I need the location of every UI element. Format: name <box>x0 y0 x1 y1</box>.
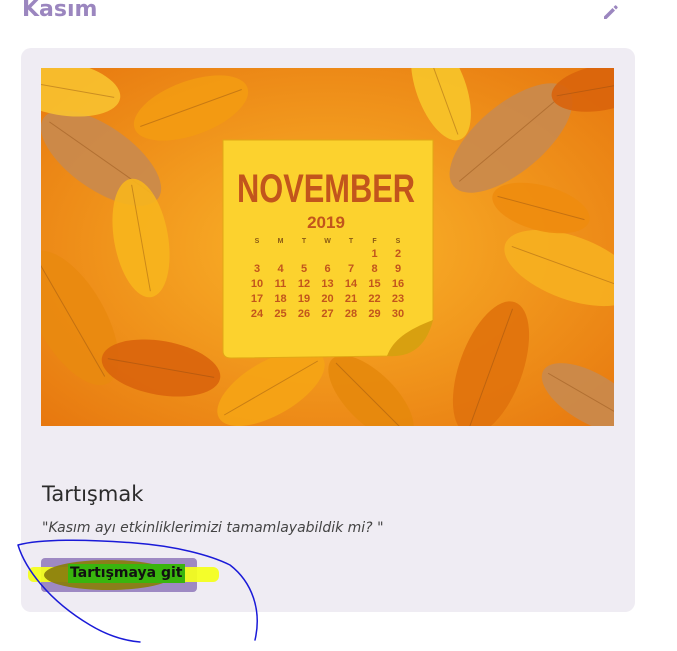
calendar-day: 4 <box>277 263 284 275</box>
go-to-discussion-button[interactable]: Tartışmaya git <box>28 558 219 592</box>
calendar-day: 19 <box>298 293 310 305</box>
calendar-weekday: S <box>396 238 401 245</box>
calendar-weekday: S <box>255 238 260 245</box>
calendar-day: 22 <box>368 293 380 305</box>
calendar-day: 12 <box>298 278 310 290</box>
calendar-day: 10 <box>251 278 263 290</box>
calendar-weekday: M <box>278 238 284 245</box>
discussion-card: NOVEMBER 2019 S M T W T F S 1 2 3 4 5 6 7 8 9 10 11 12 13 14… <box>21 48 635 612</box>
november-calendar-image: NOVEMBER 2019 S M T W T F S 1 2 3 4 5 6 7 8 9 10 11 12 13 14… <box>41 68 614 426</box>
calendar-weekday: T <box>302 238 307 245</box>
calendar-weekday: W <box>324 238 331 245</box>
calendar-day: 14 <box>345 278 358 290</box>
calendar-weekday: T <box>349 238 354 245</box>
calendar-day: 7 <box>348 263 354 275</box>
calendar-month: NOVEMBER <box>237 167 415 211</box>
calendar-day: 23 <box>392 293 404 305</box>
calendar-day: 8 <box>371 263 377 275</box>
calendar-day: 9 <box>395 263 401 275</box>
post-title: Tartışmak <box>42 482 144 506</box>
edit-button[interactable] <box>600 1 622 23</box>
calendar-day: 20 <box>321 293 333 305</box>
calendar-day: 29 <box>368 308 380 320</box>
calendar-day: 17 <box>251 293 263 305</box>
go-to-discussion-label: Tartışmaya git <box>68 564 185 583</box>
pencil-icon <box>604 5 618 19</box>
calendar-day: 1 <box>371 248 377 260</box>
calendar-day: 18 <box>274 293 286 305</box>
calendar-day: 2 <box>395 248 401 260</box>
calendar-day: 6 <box>324 263 330 275</box>
calendar-year: 2019 <box>307 213 345 232</box>
calendar-weekday: F <box>372 238 377 245</box>
calendar-day: 13 <box>321 278 333 290</box>
calendar-day: 27 <box>321 308 333 320</box>
calendar-day: 11 <box>275 278 287 290</box>
calendar-day: 15 <box>368 278 380 290</box>
calendar-day: 5 <box>301 263 307 275</box>
calendar-day: 28 <box>345 308 357 320</box>
calendar-day: 30 <box>392 308 404 320</box>
post-quote: "Kasım ayı etkinliklerimizi tamamlayabil… <box>42 520 384 536</box>
calendar-day: 25 <box>274 308 286 320</box>
calendar-day: 16 <box>392 278 404 290</box>
calendar-day: 21 <box>345 293 357 305</box>
calendar-day: 24 <box>251 308 264 320</box>
calendar-day: 3 <box>254 263 260 275</box>
calendar-day: 26 <box>298 308 310 320</box>
section-title: Kasım <box>22 0 98 22</box>
